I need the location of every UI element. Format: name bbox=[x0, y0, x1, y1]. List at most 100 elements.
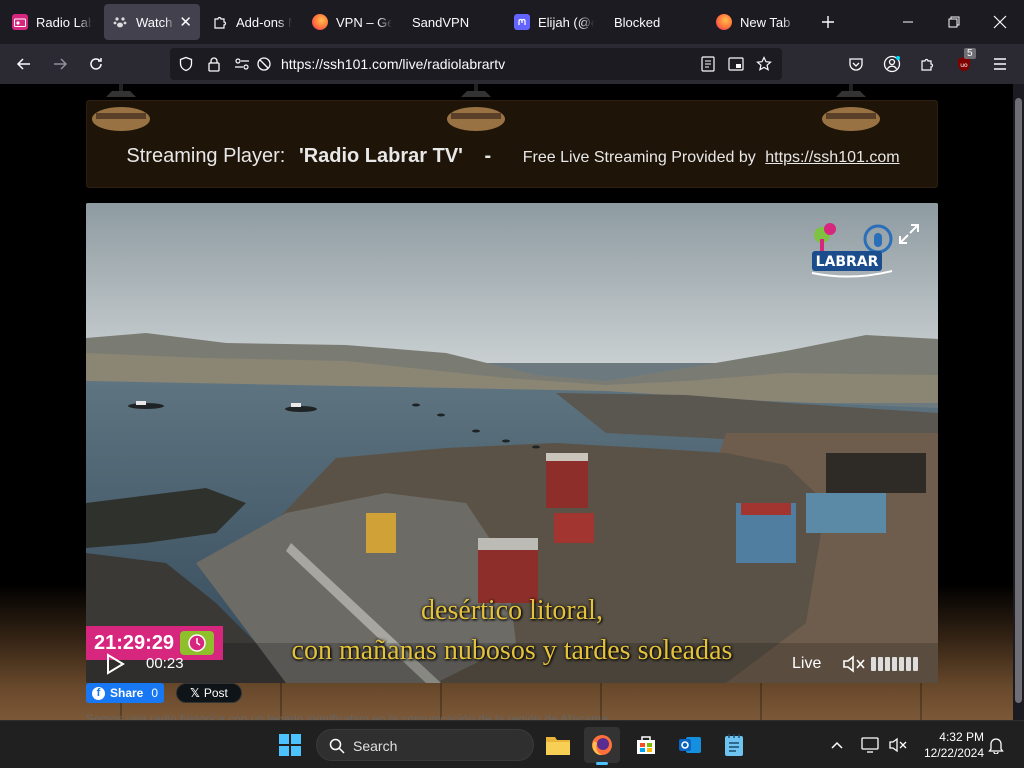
close-tab-icon[interactable]: ✕ bbox=[179, 13, 192, 31]
radio-labrar-logo: LABRAR bbox=[808, 219, 898, 283]
firefox-favicon-icon bbox=[716, 14, 732, 30]
tab-sandvpn[interactable]: SandVPN bbox=[404, 4, 500, 40]
back-button[interactable] bbox=[10, 50, 38, 78]
tab-title: VPN – Get bbox=[336, 14, 392, 30]
x-logo-icon: 𝕏 bbox=[190, 686, 200, 700]
reload-icon bbox=[90, 58, 102, 70]
tab-blocked[interactable]: Blocked bbox=[606, 4, 702, 40]
volume-bar bbox=[885, 657, 890, 671]
autoplay-blocked-icon[interactable] bbox=[254, 54, 274, 74]
hamburger-menu-icon bbox=[994, 58, 1006, 70]
clock-time: 4:32 PM bbox=[939, 730, 984, 744]
windows-taskbar: Search 4:32 PM 12/22/2024 bbox=[0, 720, 1024, 768]
tab-bar: Radio Labrar Watch Radio Labrar ✕ Add-on… bbox=[0, 0, 1024, 44]
fullscreen-expand-icon[interactable] bbox=[898, 223, 920, 245]
x-post-label: Post bbox=[203, 686, 228, 700]
volume-muted-icon[interactable] bbox=[842, 654, 866, 674]
ublock-button[interactable]: uo 5 bbox=[950, 48, 978, 78]
facebook-share-label: Share bbox=[110, 686, 144, 700]
folder-icon bbox=[546, 737, 570, 755]
address-bar[interactable]: https://ssh101.com/live/radiolabrartv bbox=[170, 48, 782, 80]
tab-title: Radio Labrar bbox=[36, 14, 92, 30]
clock-face-icon bbox=[180, 631, 215, 655]
volume-bar bbox=[878, 657, 883, 671]
lock-icon[interactable] bbox=[204, 54, 224, 74]
extensions-button[interactable] bbox=[914, 50, 942, 78]
windows-logo-icon bbox=[279, 734, 301, 756]
firefox-taskbar-button[interactable] bbox=[584, 727, 620, 765]
firefox-icon bbox=[592, 735, 612, 756]
ceiling-lamp-icon bbox=[822, 84, 880, 131]
tab-mastodon[interactable]: Elijah (@eli bbox=[506, 4, 602, 40]
tray-overflow-button[interactable] bbox=[822, 727, 852, 763]
notifications-button[interactable] bbox=[982, 727, 1010, 763]
live-indicator: Live bbox=[792, 655, 822, 672]
minimize-button[interactable] bbox=[886, 6, 930, 38]
tab-watch[interactable]: Watch Radio Labrar ✕ bbox=[104, 4, 200, 40]
start-button[interactable] bbox=[272, 727, 308, 763]
tab-title: Elijah (@eli bbox=[538, 14, 594, 30]
provider-link[interactable]: https://ssh101.com bbox=[765, 149, 899, 166]
tab-title: New Tab bbox=[740, 14, 791, 30]
new-tab-button[interactable] bbox=[806, 6, 850, 38]
taskbar-search-box[interactable]: Search bbox=[316, 729, 534, 761]
facebook-icon: f bbox=[92, 686, 105, 700]
system-clock[interactable]: 4:32 PM 12/22/2024 bbox=[914, 729, 984, 761]
arrow-right-icon bbox=[54, 58, 68, 70]
close-window-button[interactable] bbox=[978, 6, 1022, 38]
forward-button[interactable] bbox=[46, 50, 74, 78]
pocket-button[interactable] bbox=[842, 50, 870, 78]
svg-text:uo: uo bbox=[960, 62, 968, 69]
volume-slider[interactable] bbox=[871, 657, 918, 671]
restore-button[interactable] bbox=[932, 6, 976, 38]
bell-icon bbox=[988, 738, 1004, 754]
reload-button[interactable] bbox=[82, 50, 110, 78]
clock-time: 21:29:29 bbox=[94, 631, 175, 654]
banner-label: Streaming Player: bbox=[126, 145, 286, 167]
tab-title: Add-ons Manager bbox=[236, 14, 292, 30]
facebook-share-button[interactable]: f Share 0 bbox=[86, 683, 164, 703]
tray-volume-button[interactable] bbox=[884, 727, 912, 763]
tracking-shield-icon[interactable] bbox=[176, 54, 196, 74]
volume-bar bbox=[913, 657, 918, 671]
picture-in-picture-icon[interactable] bbox=[726, 54, 746, 74]
tab-vpn[interactable]: VPN – Get bbox=[304, 4, 400, 40]
page-scrollbar[interactable] bbox=[1013, 84, 1024, 720]
permissions-icon[interactable] bbox=[232, 54, 252, 74]
file-explorer-button[interactable] bbox=[540, 727, 576, 763]
elapsed-time: 00:23 bbox=[146, 655, 184, 672]
app-menu-button[interactable] bbox=[986, 50, 1014, 78]
account-button[interactable] bbox=[878, 50, 906, 78]
volume-bar bbox=[892, 657, 897, 671]
svg-text:LABRAR: LABRAR bbox=[816, 254, 879, 270]
speaker-muted-icon bbox=[889, 737, 907, 753]
puzzle-favicon-icon bbox=[212, 14, 228, 30]
reader-view-icon[interactable] bbox=[698, 54, 718, 74]
search-label: Search bbox=[353, 738, 398, 754]
url-text[interactable]: https://ssh101.com/live/radiolabrartv bbox=[281, 56, 505, 72]
microsoft-store-button[interactable] bbox=[628, 727, 664, 763]
notepad-button[interactable] bbox=[716, 727, 752, 763]
scrollbar-thumb[interactable] bbox=[1015, 98, 1022, 703]
tab-title: Blocked bbox=[614, 14, 661, 30]
tray-display-button[interactable] bbox=[856, 727, 884, 763]
tab-addons[interactable]: Add-ons Manager bbox=[204, 4, 300, 40]
video-player[interactable]: LABRAR desértico litoral, con mañanas nu… bbox=[86, 203, 938, 683]
ceiling-lamp-icon bbox=[447, 84, 505, 131]
restore-icon bbox=[948, 16, 960, 28]
x-post-button[interactable]: 𝕏 Post bbox=[176, 683, 242, 703]
minimize-icon bbox=[903, 21, 913, 23]
play-icon[interactable] bbox=[104, 653, 126, 675]
notepad-icon bbox=[725, 734, 743, 756]
tab-new-tab[interactable]: New Tab bbox=[708, 4, 804, 40]
tab-radio-labrar[interactable]: Radio Labrar bbox=[4, 4, 100, 40]
streaming-banner: Streaming Player: 'Radio Labrar TV' - Fr… bbox=[86, 84, 938, 188]
store-bag-icon bbox=[637, 736, 655, 754]
mastodon-favicon-icon bbox=[514, 14, 530, 30]
ceiling-lamp-icon bbox=[92, 84, 150, 131]
plus-icon bbox=[822, 16, 834, 28]
bookmark-star-icon[interactable] bbox=[754, 54, 774, 74]
search-icon bbox=[329, 738, 345, 754]
subtitle-line-1: desértico litoral, bbox=[421, 595, 603, 626]
outlook-button[interactable] bbox=[672, 727, 708, 763]
